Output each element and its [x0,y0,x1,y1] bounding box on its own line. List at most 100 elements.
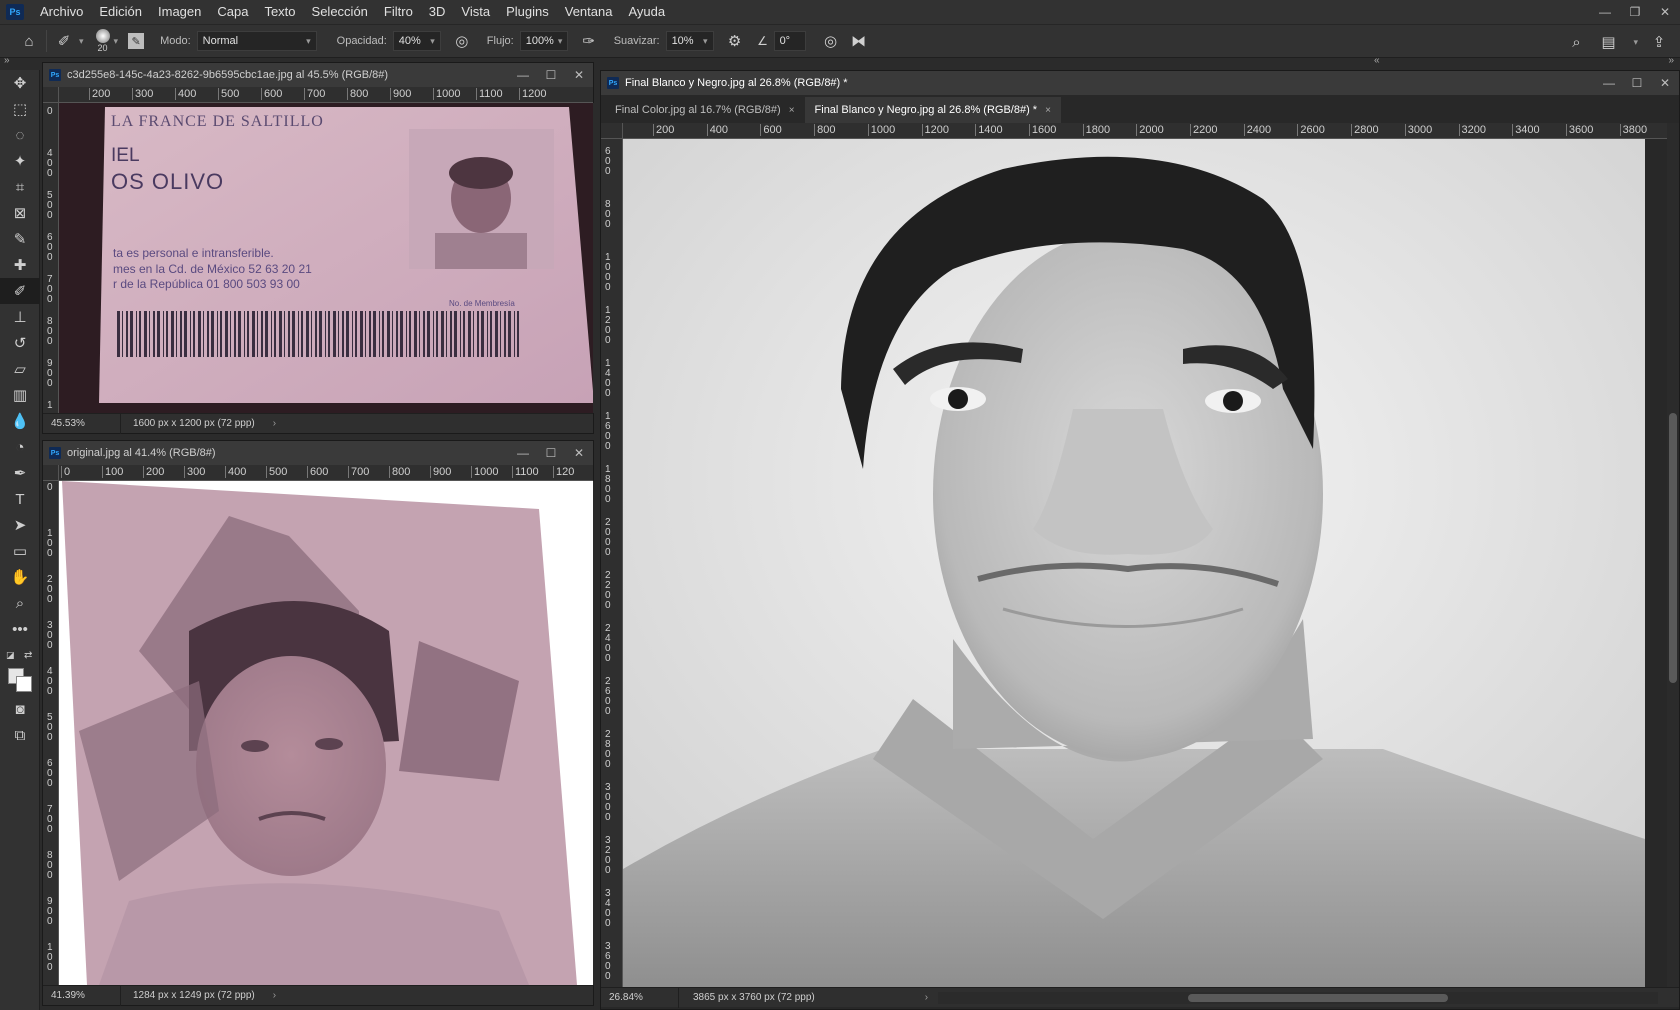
menu-item[interactable]: Texto [256,0,303,24]
document-title-bar[interactable]: Ps Final Blanco y Negro.jpg al 26.8% (RG… [601,71,1679,95]
pen-tool-icon[interactable]: ✒ [0,460,40,486]
pressure-size-icon[interactable]: ◎ [820,30,842,52]
brush-panel-icon[interactable]: ✎ [128,33,145,49]
document-title-bar[interactable]: Ps c3d255e8-145c-4a23-8262-9b6595cbc1ae.… [43,63,593,87]
maximize-icon[interactable]: ☐ [537,441,565,465]
background-color-swatch[interactable] [16,676,32,692]
zoom-tool-icon[interactable]: ⌕ [0,590,40,616]
flow-field[interactable]: 100% ▾ [519,31,568,51]
eyedropper-tool-icon[interactable]: ✎ [0,226,40,252]
share-icon[interactable]: ⇪ [1648,31,1670,53]
screen-mode-icon[interactable]: ⧉ [0,722,40,748]
vertical-scrollbar[interactable] [1667,123,1679,987]
zoom-level[interactable]: 41.39% [43,985,121,1006]
close-icon[interactable]: ✕ [1650,0,1680,24]
home-icon[interactable]: ⌂ [18,30,40,52]
menu-item[interactable]: Imagen [150,0,209,24]
zoom-level[interactable]: 45.53% [43,413,121,434]
menu-item[interactable]: Filtro [376,0,421,24]
quick-mask-icon[interactable]: ◙ [0,696,40,722]
collapse-icon[interactable]: « [1374,55,1380,66]
marquee-tool-icon[interactable]: ⬚ [0,96,40,122]
brush-tool-icon[interactable]: ✐ [0,278,40,304]
maximize-icon[interactable]: ☐ [537,63,565,87]
close-icon[interactable]: ✕ [565,63,593,87]
restore-icon[interactable]: ❐ [1620,0,1650,24]
minimize-icon[interactable]: — [1590,0,1620,24]
move-tool-icon[interactable]: ✥ [0,70,40,96]
document-title-bar[interactable]: Ps original.jpg al 41.4% (RGB/8#) — ☐ ✕ [43,441,593,465]
menu-item[interactable]: Capa [209,0,256,24]
chevron-right-icon[interactable]: › [273,418,276,429]
horizontal-ruler[interactable]: 0 100 200 300 400 500 600 700 800 900 1000 1100 120 [59,465,593,481]
smoothing-field[interactable]: 10% ▾ [665,31,714,51]
scrollbar-thumb[interactable] [1669,413,1677,683]
chevron-right-icon[interactable]: › [273,990,276,1001]
brush-size-picker[interactable]: 20 [95,29,110,53]
chevron-down-icon[interactable]: ▾ [114,36,119,47]
minimize-icon[interactable]: — [1595,71,1623,95]
horizontal-scrollbar[interactable] [938,991,1659,1004]
expand-icon[interactable]: » [4,55,10,66]
rectangle-tool-icon[interactable]: ▭ [0,538,40,564]
document-tab[interactable]: Final Color.jpg al 16.7% (RGB/8#) × [605,97,805,123]
default-colors-icon[interactable]: ◪ [6,650,15,661]
horizontal-ruler[interactable]: 200 300 400 500 600 700 800 900 1000 1100 1200 [59,87,593,103]
blur-tool-icon[interactable]: 💧 [0,408,40,434]
airbrush-icon[interactable]: ✑ [578,30,600,52]
hand-tool-icon[interactable]: ✋ [0,564,40,590]
expand-panels-icon[interactable]: » [1668,55,1674,66]
menu-item[interactable]: Vista [453,0,498,24]
swap-colors-icon[interactable]: ⇄ [24,650,32,661]
menu-item[interactable]: Edición [91,0,150,24]
workspace-icon[interactable]: ▤ [1597,31,1619,53]
canvas-card-image[interactable]: LA FRANCE DE SALTILLO IEL OS OLIVO ta es… [59,103,593,413]
mode-select[interactable]: Normal ▾ [196,31,317,51]
chevron-down-icon[interactable]: ▾ [79,36,84,47]
vertical-ruler[interactable]: 6 0 0 8 0 0 1 0 0 0 1 2 0 0 1 4 0 0 1 6 0 0 1 … [601,139,623,987]
menu-item[interactable]: Ventana [557,0,621,24]
menu-item[interactable]: Ayuda [620,0,673,24]
horizontal-ruler[interactable]: 200 400 600 800 1000 1200 1400 1600 1800 2000 2200… [623,123,1667,139]
canvas-final-bw-image[interactable] [623,139,1645,987]
vertical-ruler[interactable]: 0 4 0 0 5 0 0 6 0 0 7 0 0 8 0 0 9 0 0 1 [43,103,59,413]
minimize-icon[interactable]: — [509,63,537,87]
minimize-icon[interactable]: — [509,441,537,465]
menu-item[interactable]: 3D [421,0,454,24]
menu-item[interactable]: Plugins [498,0,557,24]
type-tool-icon[interactable]: T [0,486,40,512]
eraser-tool-icon[interactable]: ▱ [0,356,40,382]
chevron-down-icon[interactable]: ▾ [1633,37,1638,48]
crop-tool-icon[interactable]: ⌗ [0,174,40,200]
clone-stamp-tool-icon[interactable]: ⊥ [0,304,40,330]
close-icon[interactable]: ✕ [1651,71,1679,95]
search-icon[interactable]: ⌕ [1565,31,1587,53]
zoom-level[interactable]: 26.84% [601,987,679,1008]
vertical-ruler[interactable]: 0 1 0 0 2 0 0 3 0 0 4 0 0 5 0 0 6 0 0 7 0 0 8 0 … [43,481,59,985]
scrollbar-thumb[interactable] [1188,993,1449,1002]
menu-item[interactable]: Archivo [32,0,91,24]
tab-close-icon[interactable]: × [789,105,795,116]
document-tab[interactable]: Final Blanco y Negro.jpg al 26.8% (RGB/8… [804,97,1061,123]
menu-item[interactable]: Selección [304,0,376,24]
canvas-original-image[interactable] [59,481,593,985]
angle-field[interactable]: 0° [773,31,806,51]
lasso-tool-icon[interactable]: ◌ [0,122,40,148]
maximize-icon[interactable]: ☐ [1623,71,1651,95]
frame-tool-icon[interactable]: ⊠ [0,200,40,226]
dodge-tool-icon[interactable]: ◔ [0,434,40,460]
chevron-right-icon[interactable]: › [925,992,928,1003]
brush-preset-icon[interactable]: ✐ [53,30,75,52]
pressure-opacity-icon[interactable]: ◎ [451,30,473,52]
history-brush-tool-icon[interactable]: ↺ [0,330,40,356]
path-selection-tool-icon[interactable]: ➤ [0,512,40,538]
symmetry-icon[interactable]: ⧓ [848,30,870,52]
gear-icon[interactable]: ⚙ [724,30,746,52]
opacity-field[interactable]: 40% ▾ [392,31,441,51]
mores-tool-icon[interactable]: ••• [0,616,40,642]
magic-wand-tool-icon[interactable]: ✦ [0,148,40,174]
close-icon[interactable]: ✕ [565,441,593,465]
tab-close-icon[interactable]: × [1045,105,1051,116]
gradient-tool-icon[interactable]: ▥ [0,382,40,408]
healing-brush-tool-icon[interactable]: ✚ [0,252,40,278]
